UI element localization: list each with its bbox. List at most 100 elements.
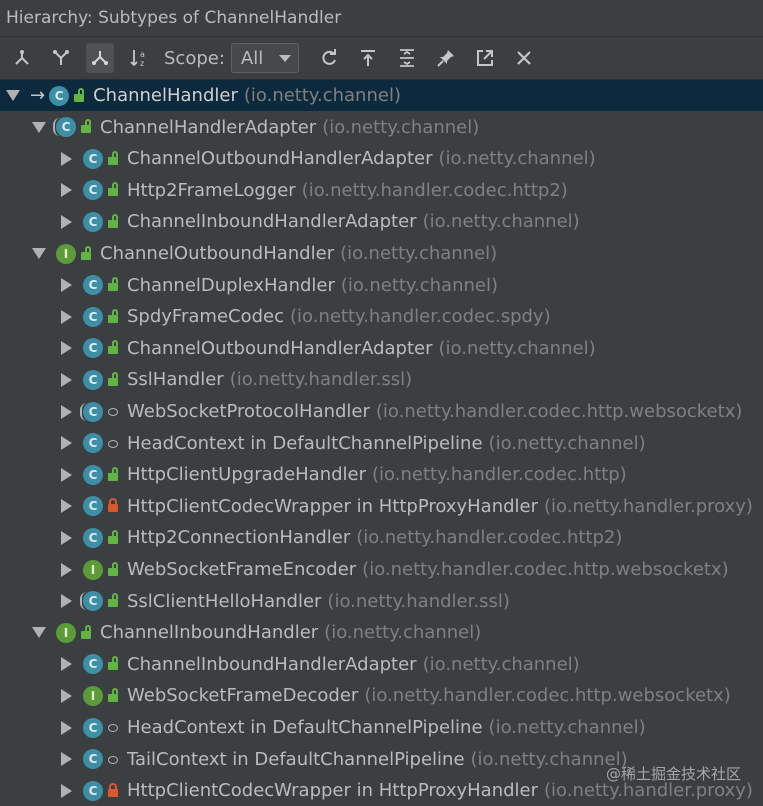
expand-arrow-right-icon[interactable] — [59, 783, 73, 798]
tree-row[interactable]: C HeadContext in DefaultChannelPipeline (i… — [0, 428, 763, 459]
sort-alphabetically-button[interactable]: az — [125, 43, 153, 73]
tree-row[interactable]: C ChannelInboundHandlerAdapter (io.netty.c… — [0, 649, 763, 680]
close-button[interactable] — [510, 43, 538, 73]
expand-arrow-right-icon[interactable] — [59, 467, 73, 482]
type-name: ChannelDuplexHandler — [127, 274, 335, 296]
public-visibility-icon — [108, 656, 118, 671]
public-visibility-icon — [108, 277, 118, 292]
class-icon: C — [83, 654, 103, 675]
class-icon: C — [83, 275, 103, 296]
subtypes-hierarchy-button[interactable] — [86, 43, 114, 73]
subtypes-hierarchy-icon — [92, 51, 108, 65]
class-icon: C — [83, 148, 103, 169]
tree-row[interactable]: C HttpClientCodecWrapper in HttpProxyHand… — [0, 491, 763, 522]
tree-row[interactable]: I WebSocketFrameEncoder (io.netty.handler.… — [0, 554, 763, 585]
scope-value: All — [240, 47, 264, 69]
expand-arrow-right-icon[interactable] — [59, 436, 73, 451]
package-name: (io.netty.channel) — [324, 622, 482, 644]
refresh-button[interactable] — [315, 43, 343, 73]
package-name: (io.netty.handler.ssl) — [327, 590, 510, 612]
class-icon: C — [83, 496, 103, 517]
type-hierarchy-button[interactable] — [8, 43, 36, 73]
export-button[interactable] — [354, 43, 382, 73]
tree-row[interactable]: C Http2FrameLogger (io.netty.handler.codec… — [0, 175, 763, 206]
type-name: SpdyFrameCodec — [127, 306, 284, 328]
tree-row[interactable]: C HeadContext in DefaultChannelPipeline (i… — [0, 712, 763, 743]
pin-button[interactable] — [432, 43, 460, 73]
expand-arrow-right-icon[interactable] — [59, 657, 73, 672]
package-name: (io.netty.channel) — [488, 432, 646, 454]
tree-row[interactable]: C SslClientHelloHandler (io.netty.handler.… — [0, 586, 763, 617]
expand-arrow-down-icon[interactable] — [32, 626, 46, 640]
svg-text:a: a — [140, 50, 145, 59]
open-in-window-icon — [476, 50, 493, 66]
expand-arrow-right-icon[interactable] — [59, 151, 73, 166]
supertypes-hierarchy-icon — [53, 50, 69, 65]
expand-arrow-right-icon[interactable] — [59, 720, 73, 735]
pin-icon — [437, 50, 454, 67]
package-name: (io.netty.channel) — [488, 717, 646, 738]
type-name: ChannelHandlerAdapter — [100, 116, 317, 138]
abstract-class-icon: C — [53, 117, 76, 138]
class-icon: C — [83, 433, 103, 454]
expand-all-icon — [399, 49, 414, 67]
expand-arrow-right-icon[interactable] — [59, 562, 73, 577]
type-name: SslHandler — [127, 369, 224, 391]
open-in-window-button[interactable] — [471, 43, 499, 73]
focus-arrow-icon: → — [30, 85, 46, 106]
tree-row[interactable]: I ChannelOutboundHandler (io.netty.channel… — [0, 238, 763, 269]
tree-row[interactable]: C WebSocketProtocolHandler (io.netty.handl… — [0, 396, 763, 427]
tree-row[interactable]: → C ChannelHandler (io.netty.channel) — [0, 80, 763, 111]
hierarchy-tree[interactable]: → C ChannelHandler (io.netty.channel) C Chann… — [0, 80, 763, 806]
tree-row[interactable]: I WebSocketFrameDecoder (io.netty.handler.… — [0, 680, 763, 711]
expand-arrow-right-icon[interactable] — [59, 341, 73, 356]
tree-row[interactable]: C ChannelOutboundHandlerAdapter (io.netty.… — [0, 143, 763, 174]
package-name: (io.netty.channel) — [470, 748, 628, 770]
type-name: ChannelOutboundHandler — [100, 243, 335, 264]
type-name: WebSocketFrameEncoder — [127, 559, 357, 580]
expand-arrow-down-icon[interactable] — [32, 120, 46, 134]
abstract-class-icon: C — [80, 401, 103, 422]
interface-icon: I — [56, 243, 76, 264]
type-name: Http2FrameLogger — [127, 179, 296, 201]
class-icon: C — [83, 464, 103, 485]
expand-arrow-right-icon[interactable] — [59, 594, 73, 609]
class-icon: C — [83, 306, 103, 327]
expand-arrow-right-icon[interactable] — [59, 278, 73, 293]
tree-row[interactable]: C HttpClientUpgradeHandler (io.netty.handl… — [0, 459, 763, 490]
hierarchy-title: Hierarchy: Subtypes of ChannelHandler — [6, 8, 342, 28]
close-icon — [517, 51, 531, 65]
type-name: ChannelOutboundHandlerAdapter — [127, 148, 433, 170]
tree-row[interactable]: C ChannelHandlerAdapter (io.netty.channel) — [0, 112, 763, 143]
expand-arrow-down-icon[interactable] — [32, 247, 46, 261]
tree-row[interactable]: C ChannelDuplexHandler (io.netty.channel) — [0, 270, 763, 301]
expand-arrow-right-icon[interactable] — [59, 183, 73, 198]
expand-arrow-right-icon[interactable] — [59, 688, 73, 703]
tree-row[interactable]: C SpdyFrameCodec (io.netty.handler.codec.s… — [0, 301, 763, 332]
expand-arrow-right-icon[interactable] — [59, 404, 73, 419]
type-name: SslClientHelloHandler — [127, 590, 322, 612]
refresh-icon — [322, 49, 336, 65]
package-name: (io.netty.channel) — [438, 148, 596, 170]
expand-arrow-right-icon[interactable] — [59, 309, 73, 324]
expand-all-button[interactable] — [393, 43, 421, 73]
expand-arrow-down-icon[interactable] — [6, 89, 20, 103]
tree-row[interactable]: I ChannelInboundHandler (io.netty.channel) — [0, 617, 763, 648]
expand-arrow-right-icon[interactable] — [59, 499, 73, 514]
class-icon: C — [83, 717, 103, 738]
package-visibility-icon — [108, 408, 118, 416]
expand-arrow-right-icon[interactable] — [59, 372, 73, 387]
expand-arrow-right-icon[interactable] — [59, 214, 73, 229]
tree-row[interactable]: C SslHandler (io.netty.handler.ssl) — [0, 364, 763, 395]
public-visibility-icon — [108, 308, 118, 323]
tree-row[interactable]: C ChannelOutboundHandlerAdapter (io.netty.… — [0, 333, 763, 364]
expand-arrow-right-icon[interactable] — [59, 752, 73, 767]
scope-dropdown[interactable]: All — [230, 43, 299, 73]
tree-row[interactable]: C Http2ConnectionHandler (io.netty.handler… — [0, 522, 763, 553]
tree-row[interactable]: C ChannelInboundHandlerAdapter (io.netty.c… — [0, 206, 763, 237]
expand-arrow-right-icon[interactable] — [59, 530, 73, 545]
supertypes-hierarchy-button[interactable] — [47, 43, 75, 73]
package-name: (io.netty.handler.codec.http2) — [301, 179, 568, 201]
abstract-class-icon: C — [80, 591, 103, 612]
type-hierarchy-icon — [15, 50, 29, 65]
